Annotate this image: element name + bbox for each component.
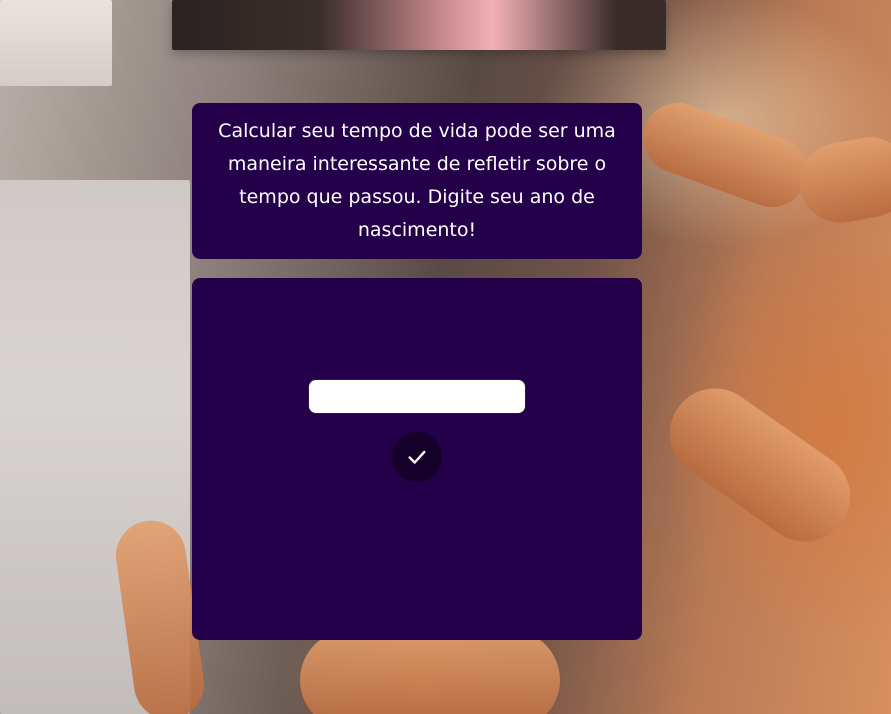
birth-year-form <box>192 278 642 640</box>
info-text: Calcular seu tempo de vida pode ser uma … <box>218 120 616 241</box>
background-photo-card-left <box>0 0 112 86</box>
background-photo-card-top <box>172 0 666 50</box>
birth-year-input[interactable] <box>308 379 526 414</box>
submit-button[interactable] <box>392 432 442 482</box>
background-hand <box>652 370 868 560</box>
background-hand <box>300 630 560 714</box>
info-panel: Calcular seu tempo de vida pode ser uma … <box>192 103 642 259</box>
background-hand <box>633 93 817 217</box>
background-hand <box>793 131 891 229</box>
check-icon <box>408 450 426 464</box>
